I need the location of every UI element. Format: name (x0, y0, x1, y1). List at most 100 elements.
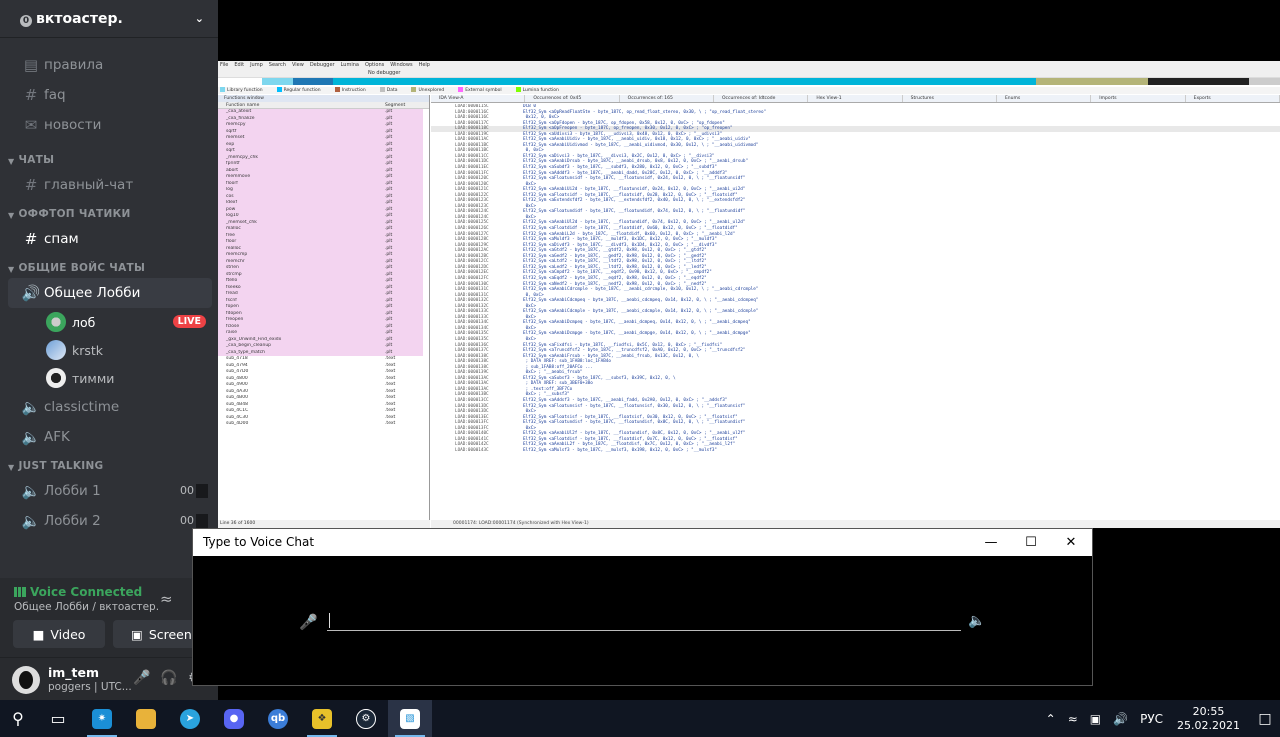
speaker-icon[interactable]: 🔈 (968, 613, 985, 629)
line-text: Elf32_Sym <aMulsf3 - byte_187C, __mulsf3… (523, 447, 718, 453)
ida-menu-item[interactable]: Windows (390, 61, 412, 69)
taskbar-app-steam[interactable]: ⚙ (344, 700, 388, 737)
ida-menu-item[interactable]: Debugger (310, 61, 335, 69)
ida-menu-item[interactable]: Options (365, 61, 384, 69)
ida-pro-window: File Edit Jump Search View Debugger Lumina Opti… (218, 61, 1280, 528)
category-offtop[interactable]: ▼ ОФФТОП ЧАТИКИ (0, 200, 218, 224)
discord-icon: ● (224, 708, 244, 729)
chevron-down-icon: ▼ (8, 157, 15, 166)
taskbar-app-explorer[interactable] (124, 700, 168, 737)
speaker-icon: 🔈 (21, 482, 41, 500)
taskbar-app-telegram[interactable]: ➤ (168, 700, 212, 737)
line-text: 0, 0xC> (523, 148, 544, 154)
function-segment: .text (385, 421, 396, 426)
video-button[interactable]: ■ Video (13, 620, 105, 648)
hash-icon: # (24, 86, 38, 104)
category-voice[interactable]: ▼ ОБЩИЕ ВОЙС ЧАТЫ (0, 254, 218, 278)
category-chats[interactable]: ▼ ЧАТЫ (0, 146, 218, 170)
ida-menu-item[interactable]: Jump (250, 61, 263, 69)
ida-tab[interactable]: Occurrences of: Idtcode (714, 95, 809, 102)
line-text: Elf32_Sym <aAeabiFrsub - byte_187C, __ae… (523, 353, 699, 359)
minimize-button[interactable]: — (971, 529, 1011, 556)
chevron-up-icon[interactable]: ⌃ (1046, 712, 1056, 726)
user-limit: 00 (180, 514, 208, 528)
disassembly-line[interactable]: LOAD:0000143C Elf32_Sym <aMulsf3 - byte_1… (431, 448, 1280, 454)
ida-menu-item[interactable]: File (220, 61, 228, 69)
noise-suppression-icon[interactable]: ≈ (160, 590, 173, 608)
network-icon[interactable]: ▣ (1090, 712, 1101, 726)
voice-channel-afk[interactable]: 🔈 AFK (0, 422, 218, 452)
clock[interactable]: 20:55 25.02.2021 (1177, 705, 1240, 733)
ida-tab[interactable]: IDA View-A (431, 95, 526, 102)
line-text: Elf32_Sym <aAddsf3 - byte_187C, __aeabi_… (523, 397, 728, 403)
ida-menu-item[interactable]: View (292, 61, 304, 69)
line-text: Elf32_Sym <aExtendsfdf2 - byte_187C, __e… (523, 198, 746, 204)
volume-icon[interactable]: 🔊 (1113, 712, 1128, 726)
category-just-talking[interactable]: ▼ JUST TALKING (0, 452, 218, 476)
ida-tabs: IDA View-A Occurrences of: 0x45 Occurrence… (431, 95, 1280, 103)
maximize-button[interactable]: ☐ (1011, 529, 1051, 556)
taskbar-app-ida[interactable]: ❖ (300, 700, 344, 737)
channel-faq[interactable]: # faq (0, 80, 218, 110)
line-text: Elf32_Sym <aFloatdidf - byte_187C, __flo… (523, 226, 738, 232)
debugger-select[interactable]: No debugger (368, 70, 400, 76)
ida-tab[interactable]: Occurrences of: 0x45 (525, 95, 620, 102)
hash-icon: # (24, 176, 38, 194)
line-text: Elf32_Sym <aFloatundisf - byte_187C, __f… (523, 420, 746, 426)
ida-menu-item[interactable]: Lumina (341, 61, 359, 69)
line-text: Elf32_Sym <aNedf2 - byte_187C, __nedf2, … (523, 281, 707, 287)
line-text: Elf32_Sym <aAeabiCdrcmple - byte_187C, _… (523, 287, 759, 293)
voice-status[interactable]: Voice Connected (14, 585, 142, 599)
line-text: ; sub_1FAB8:off_20AFCo ... (523, 364, 593, 370)
line-text: Elf32_Sym <aAeabiUidiv - byte_187C, __ae… (523, 137, 751, 143)
wifi-icon[interactable]: ≈ (1068, 712, 1078, 726)
legend-item: Data (380, 87, 398, 94)
voice-channel-classictime[interactable]: 🔈 classictime (0, 392, 218, 422)
notification-icon[interactable]: □ (1250, 711, 1280, 727)
ida-tab[interactable]: Enums (997, 95, 1092, 102)
ida-menu-item[interactable]: Edit (234, 61, 244, 69)
functions-window-title: Functions window (218, 95, 429, 102)
steam-icon: ⚙ (356, 708, 376, 729)
task-view-icon[interactable]: ▭ (36, 700, 80, 737)
chevron-down-icon[interactable]: ⌄ (195, 12, 204, 25)
line-text: Elf32_Sym <aAeabiDcmpge - byte_187C, __a… (523, 331, 751, 337)
voice-user[interactable]: тимми (0, 364, 218, 392)
voice-channel-lobby-2[interactable]: 🔈 Лобби 2 00 (0, 506, 218, 536)
avatar (46, 340, 66, 360)
voice-chat-text-input[interactable] (327, 609, 961, 631)
taskbar-app-discord[interactable]: ● (212, 700, 256, 737)
qbittorrent-icon: qb (268, 708, 288, 729)
close-button[interactable]: ✕ (1051, 529, 1091, 556)
ida-tab[interactable]: Occurrences of: 165 (620, 95, 714, 102)
ida-navigation-band[interactable] (262, 78, 1280, 85)
microphone-icon[interactable]: 🎤 (133, 670, 150, 686)
channel-spam[interactable]: # спам (0, 224, 218, 254)
channel-news[interactable]: ✉ новости (0, 110, 218, 140)
taskbar-app-tool[interactable]: ✷ (80, 700, 124, 737)
search-icon[interactable]: ⚲ (0, 700, 36, 737)
line-text: 0xC> (523, 425, 536, 431)
voice-channel-lobby-1[interactable]: 🔈 Лобби 1 00 (0, 476, 218, 506)
legend-item: External symbol (458, 87, 501, 94)
ida-tab[interactable]: Hex View-1 (808, 95, 903, 102)
voice-user[interactable]: лоб LIVE (0, 308, 218, 336)
language-indicator[interactable]: РУС (1140, 712, 1163, 726)
ida-tab[interactable]: Exports (1186, 95, 1280, 102)
ida-menu-item[interactable]: Search (269, 61, 286, 69)
function-row[interactable]: sub_4D00 .text (218, 421, 423, 428)
taskbar-app-qbittorrent[interactable]: qb (256, 700, 300, 737)
ida-tab[interactable]: Imports (1091, 95, 1186, 102)
headphones-icon[interactable]: 🎧 (160, 670, 177, 686)
voice-user[interactable]: krstk (0, 336, 218, 364)
channel-main-chat[interactable]: # главный-чат (0, 170, 218, 200)
taskbar-app-active[interactable]: ▧ (388, 700, 432, 737)
microphone-icon: 🎤 (299, 613, 318, 631)
ida-menu-item[interactable]: Help (419, 61, 430, 69)
legend-item: Unexplored (411, 87, 444, 94)
avatar[interactable] (12, 666, 40, 694)
channel-rules[interactable]: ▤ правила (0, 50, 218, 80)
server-header[interactable]: 0 вктоастер. ⌄ (0, 0, 218, 38)
ida-tab[interactable]: Structures (903, 95, 997, 102)
voice-channel-lobby[interactable]: 🔊 Общее Лобби (8, 278, 212, 308)
